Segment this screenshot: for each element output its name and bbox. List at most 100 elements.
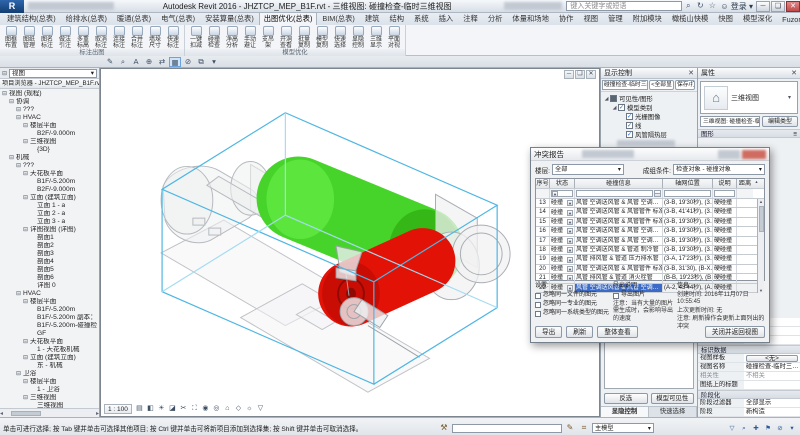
swap-arrows-icon[interactable]: ⇄ bbox=[156, 57, 168, 67]
ribbon-button[interactable]: 合并标注 bbox=[128, 26, 146, 49]
tree-item[interactable]: ⊟卫浴 bbox=[0, 370, 99, 378]
filter-input[interactable] bbox=[714, 190, 735, 197]
scale-button[interactable]: 1 : 100 bbox=[104, 404, 132, 414]
clash-row[interactable]: 18碰撞▾风管 空调送风管 & 管道 制冷管(3-B, 19'30秒), (3…… bbox=[536, 246, 757, 255]
value-button[interactable]: <无> bbox=[746, 355, 798, 362]
tree-item[interactable]: B2F/-9.000m bbox=[0, 186, 99, 194]
status-dropdown[interactable]: 碰撞▾ bbox=[550, 208, 575, 216]
tree-item[interactable]: 剖面4 bbox=[0, 258, 99, 266]
crop-region-icon[interactable]: ⛶ bbox=[189, 404, 200, 414]
tree-item[interactable]: ⊟视图 (规程) bbox=[0, 90, 99, 98]
settings-checkbox-row[interactable]: 忽略同一系统类型的图元 bbox=[535, 310, 613, 318]
select-underlay-icon[interactable]: ⌕ bbox=[739, 424, 749, 433]
panel-tab[interactable]: 快速选择 bbox=[649, 407, 697, 417]
clash-info[interactable]: 风管 空调送风管 & 风管 空调… bbox=[575, 227, 663, 235]
scrollbar-thumb[interactable] bbox=[759, 206, 764, 232]
ribbon-tab[interactable]: 系统 bbox=[409, 12, 434, 25]
ribbon-button[interactable]: 一键扣减 bbox=[187, 26, 205, 49]
revit-app-button[interactable]: R bbox=[0, 0, 24, 13]
ribbon-button[interactable]: 墙垛尺寸 bbox=[146, 26, 164, 49]
collapse-icon[interactable]: ⊟ bbox=[23, 194, 30, 202]
collapse-icon[interactable]: ⊟ bbox=[23, 354, 30, 362]
tree-item[interactable]: 剖面6 bbox=[0, 274, 99, 282]
export-button[interactable]: 导出 bbox=[535, 326, 562, 338]
column-header[interactable]: 序号 bbox=[536, 179, 550, 188]
status-dropdown[interactable]: 碰撞▾ bbox=[550, 255, 575, 263]
collapse-icon[interactable]: ⊟ bbox=[9, 98, 16, 106]
type-selector[interactable]: ⌂ 三维视图 ▾ bbox=[700, 81, 798, 114]
favorites-icon[interactable]: ☆ bbox=[706, 0, 718, 12]
ribbon-button[interactable]: 多重标高 bbox=[74, 26, 92, 49]
ribbon-tab[interactable]: 附加模块 bbox=[628, 12, 667, 25]
tree-item[interactable]: B2F/-9.000m bbox=[0, 130, 99, 138]
communication-center-icon[interactable]: ↻ bbox=[694, 0, 706, 12]
ribbon-tab[interactable]: 结构 bbox=[384, 12, 409, 25]
drawing-area[interactable]: ─ ❏ ✕ 1 : 100 ▤◧☀◪✂⛶◉◎⌂◇☼▽ bbox=[100, 68, 600, 417]
zoom-icon[interactable]: ⌕ bbox=[117, 57, 129, 67]
collapse-icon[interactable]: ⊟ bbox=[23, 338, 30, 346]
tree-item[interactable]: 东 - 机械 bbox=[0, 362, 99, 370]
ribbon-tab[interactable]: 出图优化(总表) bbox=[259, 12, 318, 25]
collapse-icon[interactable]: ⊟ bbox=[16, 370, 23, 378]
checkbox-icon[interactable]: ✓ bbox=[626, 122, 633, 129]
dropdown-caret-icon[interactable]: ▾ bbox=[208, 57, 220, 67]
binoculars-search-icon[interactable]: ⌕ bbox=[682, 0, 694, 12]
temporary-view-icon[interactable]: ⌂ bbox=[222, 404, 233, 414]
property-value[interactable]: <无> bbox=[744, 354, 800, 362]
view-close-icon[interactable]: ✕ bbox=[586, 70, 596, 79]
gray-inactive-icon[interactable]: ⌗ bbox=[578, 422, 590, 434]
status-dropdown[interactable]: 碰撞▾ bbox=[550, 237, 575, 245]
filter-icon[interactable]: ▽ bbox=[727, 424, 737, 433]
tree-item[interactable]: 立面 2 - a bbox=[0, 210, 99, 218]
ribbon-button[interactable]: 图框布置 bbox=[2, 26, 20, 49]
tree-item[interactable]: 详图 0 bbox=[0, 282, 99, 290]
clash-info[interactable]: 风管 排风管 & 管道 压力排水管 bbox=[575, 255, 663, 263]
checkbox-icon[interactable] bbox=[535, 302, 541, 308]
tree-item[interactable]: ⊟天花板平面 bbox=[0, 338, 99, 346]
ribbon-button[interactable]: 快速标注 bbox=[164, 26, 182, 49]
clash-info[interactable]: 风管 空调送风管 & 风管管件 标准 bbox=[575, 218, 663, 226]
model-visibility-button[interactable]: 模型可见性 bbox=[651, 393, 695, 404]
ribbon-button[interactable]: 支吊架 bbox=[259, 26, 277, 49]
checkbox-icon[interactable] bbox=[535, 311, 541, 317]
column-header[interactable]: 说明 bbox=[713, 179, 737, 188]
checkbox-icon[interactable]: ✓ bbox=[626, 113, 633, 120]
close-button[interactable]: ✕ bbox=[786, 1, 800, 12]
settings-checkbox-row[interactable]: 忽略同一专业的图元 bbox=[535, 301, 613, 309]
tree-item[interactable]: ⊟??? bbox=[0, 106, 99, 114]
close-return-button[interactable]: 关闭并返回视图 bbox=[705, 326, 765, 338]
column-header[interactable]: 碰撞信息 bbox=[575, 179, 663, 188]
browser-view-select[interactable]: 视图▾ bbox=[9, 69, 97, 78]
collapse-icon[interactable]: ⊟ bbox=[23, 170, 30, 178]
ribbon-button[interactable]: 开洞查看 bbox=[277, 26, 295, 49]
tree-item[interactable]: B1F/-5.200m bbox=[0, 178, 99, 186]
ribbon-tab[interactable]: 电气(总表) bbox=[156, 12, 200, 25]
sheet-icon[interactable]: ⧉ bbox=[195, 57, 207, 67]
tree-item[interactable]: 立面 3 - a bbox=[0, 218, 99, 226]
ribbon-tab[interactable]: 注释 bbox=[458, 12, 483, 25]
ribbon-tab[interactable]: Fuzor Plugin bbox=[777, 13, 800, 25]
ribbon-button[interactable]: 净高分析 bbox=[223, 26, 241, 49]
ribbon-tab[interactable]: 暖通(总表) bbox=[112, 12, 156, 25]
clash-row[interactable]: 20碰撞▾风管 空调送风管 & 风管管件 标准(3-B, 31'30), (B-… bbox=[536, 265, 757, 274]
worksets-icon[interactable]: ⚒ bbox=[438, 422, 450, 434]
filter-input[interactable] bbox=[576, 190, 653, 197]
tree-item[interactable]: GF bbox=[0, 330, 99, 338]
ribbon-tab[interactable]: 管理 bbox=[603, 12, 628, 25]
ribbon-button[interactable]: 批量复制 bbox=[295, 26, 313, 49]
tree-item[interactable]: 1 - 天花板机械 bbox=[0, 346, 99, 354]
ribbon-button[interactable]: 快速选择 bbox=[331, 26, 349, 49]
tree-item[interactable]: ⊟楼层平面 bbox=[0, 378, 99, 386]
panel-tab[interactable]: 显隐控制 bbox=[601, 407, 649, 417]
ribbon-button[interactable]: 碰撞检查 bbox=[205, 26, 223, 49]
temporary-hide-icon[interactable]: ◉ bbox=[200, 404, 211, 414]
tree-item[interactable]: 剖面3 bbox=[0, 250, 99, 258]
property-value[interactable] bbox=[744, 381, 800, 389]
clash-info[interactable]: 风管 空调送风管 & 风管管件 标准 bbox=[575, 265, 663, 273]
floor-filter-select[interactable]: 全部▾ bbox=[552, 164, 624, 175]
export-image-checkbox-row[interactable]: 导出图片 bbox=[613, 292, 677, 300]
ribbon-button[interactable]: 模型复制 bbox=[313, 26, 331, 49]
ribbon-tab[interactable]: 体量和场地 bbox=[507, 12, 553, 25]
close-icon[interactable]: ✕ bbox=[688, 68, 694, 78]
edit-type-button[interactable]: 编辑类型 bbox=[762, 116, 798, 127]
